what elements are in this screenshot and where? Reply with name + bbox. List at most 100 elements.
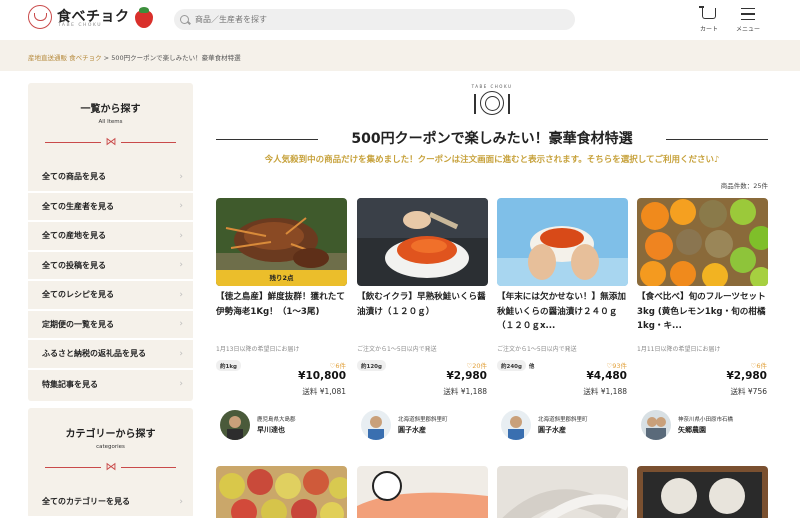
chevron-right-icon: › (179, 379, 183, 390)
favorite-count: ♡6件 (330, 360, 346, 370)
logo-subtext: TABE CHOKU (58, 23, 103, 28)
producer-avatar (501, 410, 531, 440)
sidebar-categories: カテゴリーから探す categories ⋈ 全てのカテゴリーを見る › (28, 408, 193, 518)
product-price: ¥10,800 (298, 370, 346, 382)
sidebar-all-items-subtitle: All Items (98, 119, 123, 125)
chevron-right-icon: › (179, 348, 183, 359)
producer-name: 矢郷農園 (678, 426, 706, 434)
knife-icon (508, 94, 510, 114)
product-title[interactable]: 【食べ比べ】旬のフルーツセット 3kg (黄色レモン1kg・旬の柑橘1kg・キ.… (637, 290, 768, 334)
product-title[interactable]: 【徳之島産】鮮度抜群！獲れたて伊勢海老1Kg！（1〜3尾) (216, 290, 347, 319)
sidebar-item-label: 全ての商品を見る (42, 172, 106, 182)
cart-button[interactable]: カート (694, 6, 724, 33)
producer-link[interactable]: 北海道斜里郡斜里町 圓子水産 (361, 410, 448, 440)
product-shipping: 1月13日以降の希望日にお届け (216, 346, 300, 353)
page-lead-text: 今人気殺到中の商品だけを集めました！クーポンは注文画面に進むと表示されます。そち… (264, 155, 720, 165)
sidebar-item-all-posts[interactable]: 全ての投稿を見る › (28, 252, 193, 281)
search-input[interactable] (195, 15, 555, 24)
ribbon-bow-icon: ⋈ (101, 460, 121, 474)
sidebar-categories-subtitle: categories (96, 444, 125, 450)
sidebar-item-furusato[interactable]: ふるさと納税の返礼品を見る › (28, 340, 193, 370)
page-title: 500円クーポンで楽しみたい！豪華食材特選 (351, 131, 633, 147)
sidebar-item-all-recipes[interactable]: 全てのレシピを見る › (28, 281, 193, 311)
chevron-right-icon: › (179, 201, 183, 212)
stock-badge: 残り2点 (216, 270, 347, 286)
product-image[interactable] (637, 198, 768, 286)
product-image[interactable] (497, 198, 628, 286)
product-tag: 他 (528, 363, 535, 370)
shipping-fee: 送料 ¥756 (730, 387, 767, 396)
feature-logo-text: TABE CHOKU (471, 84, 513, 89)
favorite-count-value: 20件 (472, 362, 487, 370)
cart-icon (699, 6, 716, 19)
cart-label: カート (699, 26, 718, 33)
sidebar-item-label: 特集記事を見る (42, 379, 98, 389)
product-shipping: 1月11日以降の希望日にお届け (637, 346, 721, 353)
favorite-count: ♡6件 (751, 360, 767, 370)
sidebar-item-label: 全ての産地を見る (42, 231, 106, 241)
product-tags: 約240g 他 (497, 360, 538, 371)
favorite-count-value: 93件 (612, 362, 627, 370)
sidebar-all-items-list: 全ての商品を見る › 全ての生産者を見る › 全ての産地を見る › 全ての投稿を見る ›… (28, 163, 193, 399)
producer-avatar (220, 410, 250, 440)
producer-link[interactable]: 神奈川県小田原市石橋 矢郷農園 (641, 410, 733, 440)
feature-logo: TABE CHOKU (468, 84, 516, 115)
sidebar-item-label: ふるさと納税の返礼品を見る (42, 349, 146, 359)
sidebar-item-all-producers[interactable]: 全ての生産者を見る › (28, 193, 193, 222)
favorite-count: ♡93件 (606, 360, 627, 370)
product-price: ¥2,980 (726, 370, 767, 382)
sidebar-item-all-regions[interactable]: 全ての産地を見る › (28, 222, 193, 252)
breadcrumb: 産地直送通販 食べチョク > 500円クーポンで楽しみたい！豪華食材特選 (0, 40, 800, 71)
breadcrumb-current: 500円クーポンで楽しみたい！豪華食材特選 (111, 54, 241, 62)
product-shipping: ご注文から1〜5日以内で発送 (497, 346, 577, 353)
breadcrumb-separator: > (103, 54, 110, 62)
product-title[interactable]: 【飲むイクラ】早熟秋鮭いくら醤油漬け（１２０ｇ） (357, 290, 488, 319)
chevron-right-icon: › (179, 230, 183, 241)
product-image[interactable] (497, 466, 628, 518)
product-price: ¥2,980 (446, 370, 487, 382)
producer-name: 圓子水産 (398, 426, 426, 434)
site-header: 食べチョク TABE CHOKU カート メニュー (0, 0, 800, 40)
product-image[interactable]: 残り2点 (216, 198, 347, 286)
product-image[interactable] (357, 466, 488, 518)
producer-location: 鹿児島県大島郡 (257, 417, 296, 423)
chevron-right-icon: › (179, 260, 183, 271)
sidebar-categories-title: カテゴリーから探す (65, 429, 156, 440)
search-bar[interactable] (174, 9, 575, 30)
product-image[interactable] (637, 466, 768, 518)
ribbon-divider: ⋈ (28, 460, 193, 474)
plate-icon (480, 91, 504, 115)
product-image[interactable] (216, 466, 347, 518)
breadcrumb-home-link[interactable]: 産地直送通販 食べチョク (28, 54, 102, 62)
producer-avatar (361, 410, 391, 440)
sidebar-item-features[interactable]: 特集記事を見る › (28, 370, 193, 400)
product-title[interactable]: 【年末には欠かせない！】無添加秋鮭いくらの醤油漬け２４０ｇ（１２０ｇx... (497, 290, 628, 334)
page-title-block: 500円クーポンで楽しみたい！豪華食材特選 (216, 129, 768, 149)
chevron-right-icon: › (179, 319, 183, 330)
item-count: 商品件数：25件 (720, 182, 768, 190)
menu-button[interactable]: メニュー (733, 8, 763, 33)
site-logo[interactable]: 食べチョク TABE CHOKU (28, 5, 154, 29)
product-image[interactable] (357, 198, 488, 286)
sidebar-item-label: 全てのレシピを見る (42, 290, 114, 300)
sidebar-item-label: 全ての投稿を見る (42, 260, 106, 270)
producer-link[interactable]: 鹿児島県大島郡 早川達也 (220, 410, 296, 440)
product-tag: 約1kg (216, 360, 241, 371)
ribbon-divider: ⋈ (28, 135, 193, 149)
sidebar-item-all-categories[interactable]: 全てのカテゴリーを見る › (28, 488, 193, 518)
favorite-count-value: 6件 (756, 362, 767, 370)
hamburger-menu-icon (741, 8, 755, 20)
product-shipping: ご注文から1〜5日以内で発送 (357, 346, 437, 353)
product-tags: 約120g (357, 360, 386, 371)
sidebar-all-items-title: 一覧から探す (80, 104, 141, 115)
chevron-right-icon: › (179, 171, 183, 182)
sidebar-item-subscriptions[interactable]: 定期便の一覧を見る › (28, 311, 193, 340)
fork-icon (474, 94, 476, 114)
sidebar-item-label: 定期便の一覧を見る (42, 319, 114, 329)
producer-link[interactable]: 北海道斜里郡斜里町 圓子水産 (501, 410, 588, 440)
sidebar-item-label: 全てのカテゴリーを見る (42, 497, 130, 507)
sidebar-item-all-products[interactable]: 全ての商品を見る › (28, 163, 193, 193)
sidebar-categories-list: 全てのカテゴリーを見る › (28, 488, 193, 518)
producer-location: 北海道斜里郡斜里町 (398, 417, 448, 423)
strawberry-icon (134, 5, 154, 29)
